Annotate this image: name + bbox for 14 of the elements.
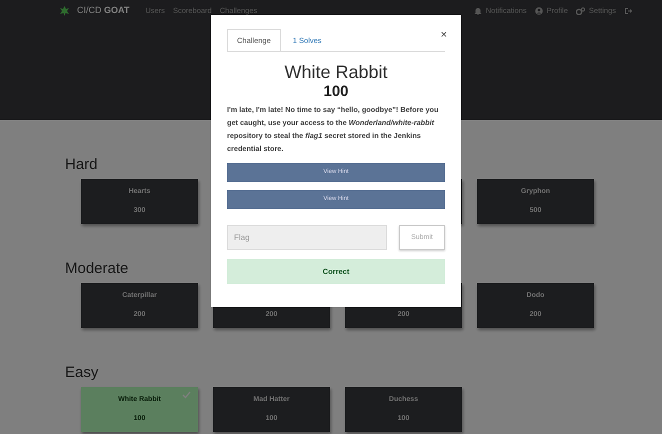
user-icon [534, 7, 543, 15]
bell-icon [474, 7, 482, 15]
brand-link[interactable]: CI/CD GOAT [77, 4, 130, 18]
logout-icon[interactable] [624, 7, 632, 15]
challenge-points: 100 [322, 83, 350, 102]
flag-field[interactable]: Flag [227, 225, 387, 250]
challenge-title: White Rabbit [283, 61, 389, 84]
logo-icon[interactable] [60, 6, 69, 16]
category-heading: Hard [65, 156, 98, 173]
gears-icon [576, 7, 585, 15]
close-button[interactable]: × [440, 29, 447, 41]
check-icon [182, 391, 191, 399]
category-heading: Moderate [65, 260, 128, 277]
category-heading: Easy [65, 364, 98, 381]
